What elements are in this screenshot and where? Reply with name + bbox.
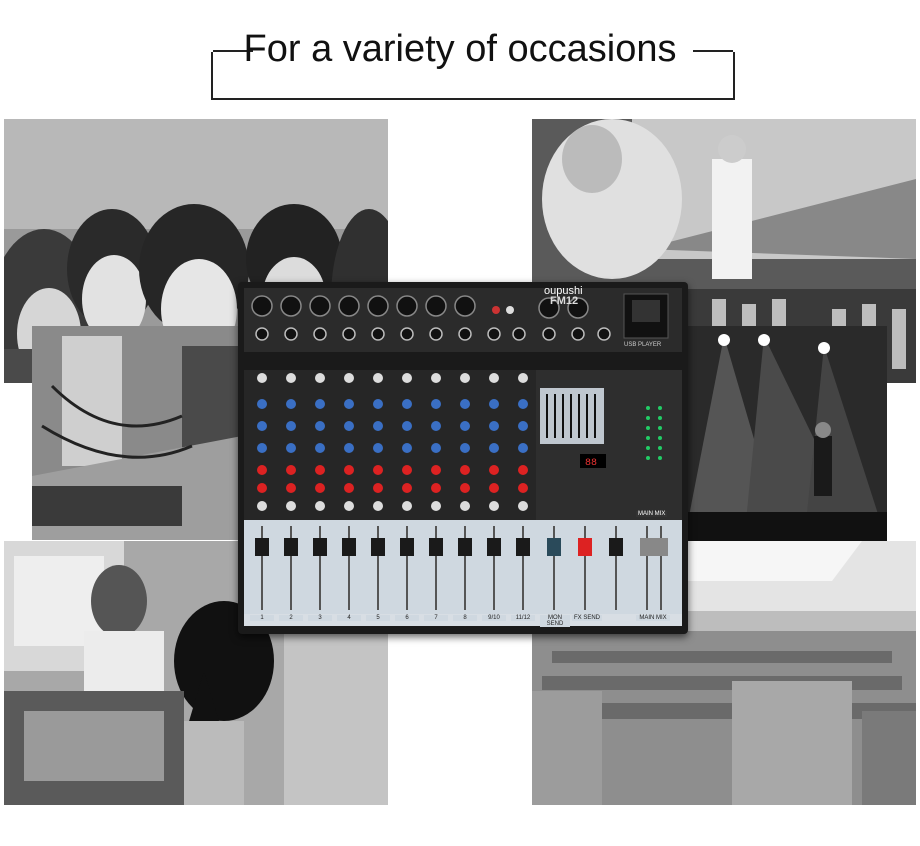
- concert-lights-photo: [684, 326, 887, 542]
- channel-label: 3: [308, 615, 332, 621]
- channel-label: 6: [395, 615, 419, 621]
- channel-label: 7: [424, 615, 448, 621]
- channel-label: 9/10: [482, 615, 506, 621]
- mixer-model: FM12: [550, 295, 579, 307]
- main-mix-label: MAIN MIX: [636, 511, 668, 517]
- svg-text:88: 88: [585, 458, 597, 469]
- audio-mixer: USB PLAYER 88 oupushi FM12 MAIN MIX 1 2 …: [238, 282, 688, 634]
- channel-label: MON SEND: [540, 615, 570, 627]
- page-title: For a variety of occasions: [243, 28, 677, 70]
- mixer-input-panel: USB PLAYER: [244, 288, 682, 352]
- channel-label: 4: [337, 615, 361, 621]
- channel-label: 11/12: [511, 615, 535, 621]
- channel-label: 5: [366, 615, 390, 621]
- computer-desk-photo: [32, 326, 242, 540]
- channel-label: MAIN MIX: [636, 615, 670, 621]
- channel-label: 8: [453, 615, 477, 621]
- mixer-control-surface: 88: [244, 370, 682, 626]
- channel-label: 2: [279, 615, 303, 621]
- usb-player-label: USB PLAYER: [624, 342, 662, 348]
- channel-label: FX SEND: [572, 615, 602, 621]
- channel-label: 1: [250, 615, 274, 621]
